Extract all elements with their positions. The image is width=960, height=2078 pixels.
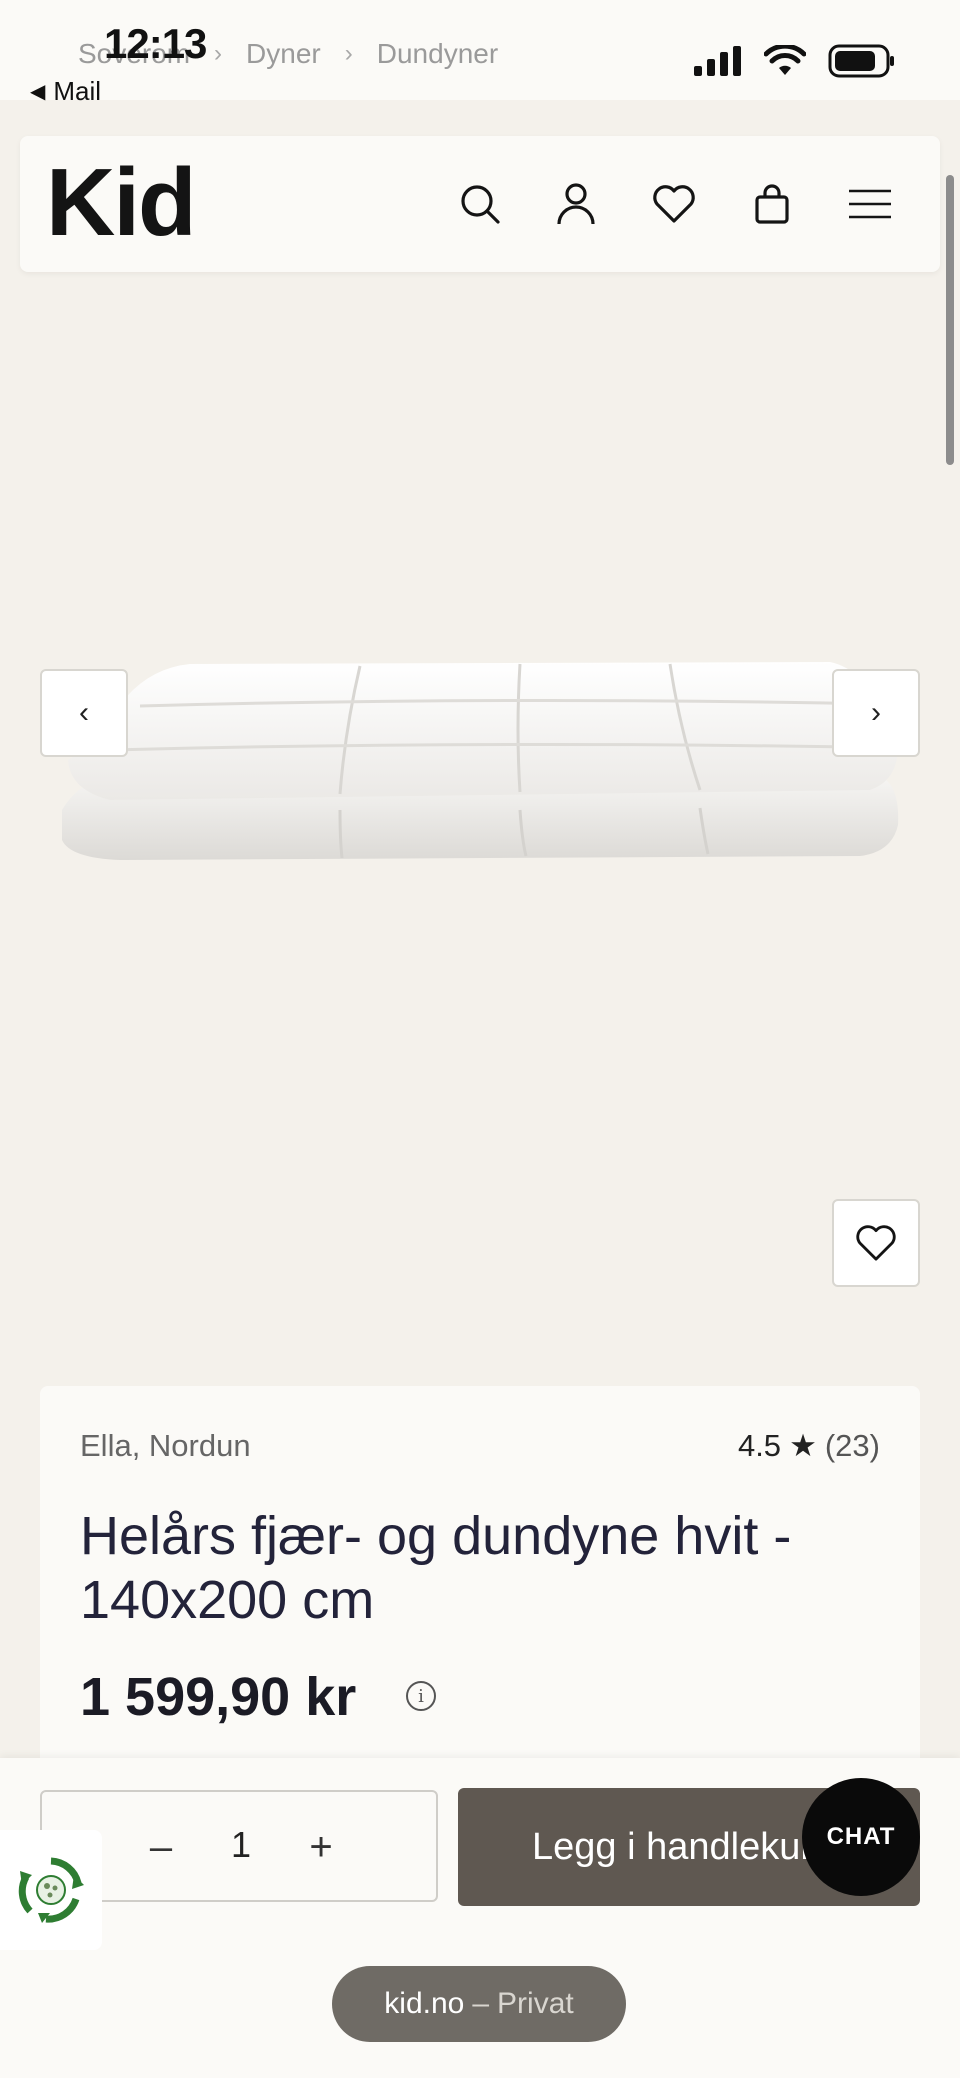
product-image-duvet [62, 662, 899, 860]
chevron-left-icon: ‹ [79, 696, 89, 729]
back-triangle-icon: ◀ [30, 81, 46, 103]
quantity-increase-button[interactable]: + [296, 1822, 346, 1872]
quantity-decrease-button[interactable]: – [136, 1822, 186, 1872]
breadcrumb-separator: › [214, 40, 223, 67]
eco-badge[interactable] [0, 1830, 102, 1950]
search-icon[interactable] [454, 178, 506, 230]
breadcrumb-item-dundyner[interactable]: Dundyner [377, 38, 498, 70]
breadcrumb-separator: › [344, 40, 353, 67]
kid-logo[interactable]: Kid [46, 148, 197, 258]
wifi-icon [764, 45, 806, 75]
chevron-right-icon: › [871, 696, 881, 729]
add-to-wishlist-button[interactable] [832, 1199, 920, 1287]
page-scrollbar[interactable] [946, 175, 954, 465]
back-to-mail-link[interactable]: ◀ Mail [30, 76, 101, 107]
top-strip: Soverom › Dyner › Dundyner 12:13 ◀ Mail [0, 0, 960, 106]
battery-icon [828, 44, 894, 78]
product-rating[interactable]: 4.5 ★ (23) [738, 1428, 880, 1464]
chat-button[interactable]: CHAT [802, 1778, 920, 1896]
menu-icon[interactable] [844, 178, 896, 230]
browser-url-pill[interactable]: kid.no – Privat [332, 1966, 626, 2042]
product-title: Helårs fjær- og dundyne hvit - 140x200 c… [80, 1506, 792, 1630]
price-info-icon[interactable]: i [406, 1681, 436, 1711]
wishlist-icon[interactable] [648, 178, 700, 230]
browser-mode: Privat [497, 1987, 574, 2020]
recycle-leaf-icon [18, 1857, 84, 1923]
heart-icon [856, 1225, 896, 1261]
rating-value: 4.5 [737, 1428, 782, 1463]
review-count: (23) [824, 1428, 880, 1463]
add-to-cart-label: Legg i handlekurv [532, 1825, 832, 1868]
product-info-card: Ella, Nordun 4.5 ★ (23) Helårs fjær- og … [40, 1386, 920, 1766]
sticky-purchase-bar: – 1 + Legg i handlekurv CHAT kid.no – Pr… [0, 1758, 960, 2078]
product-image-gallery [40, 280, 920, 1180]
back-app-label: Mail [53, 76, 102, 106]
star-icon: ★ [789, 1428, 817, 1463]
browser-separator: – [472, 1987, 490, 2020]
product-brand[interactable]: Ella, Nordun [80, 1428, 251, 1464]
site-header: Kid [20, 136, 940, 272]
browser-domain: kid.no [384, 1987, 465, 2020]
account-icon[interactable] [550, 178, 602, 230]
cellular-signal-icon [694, 46, 741, 76]
gallery-prev-button[interactable]: ‹ [40, 669, 128, 757]
status-icons [694, 44, 896, 78]
status-time: 12:13 [104, 20, 207, 67]
product-price: 1 599,90 kr [80, 1667, 357, 1727]
breadcrumb-item-dyner[interactable]: Dyner [246, 38, 321, 70]
quantity-value[interactable]: 1 [216, 1824, 266, 1866]
cart-icon[interactable] [746, 178, 798, 230]
gallery-next-button[interactable]: › [832, 669, 920, 757]
